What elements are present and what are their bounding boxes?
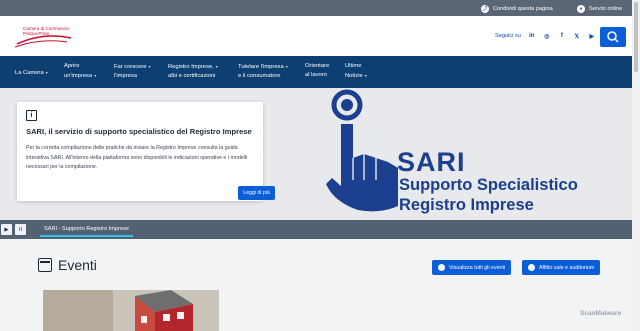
card-title: SARI, il servizio di supporto specialist… bbox=[26, 127, 252, 136]
info-icon: i bbox=[26, 110, 37, 121]
logo-line2: Pistoia-Prato bbox=[23, 31, 50, 36]
sari-line2: Registro Imprese bbox=[399, 196, 534, 214]
sari-banner: SARI Supporto Specialistico Registro Imp… bbox=[320, 88, 632, 220]
share-page-link[interactable]: ⤴ Condividi questa pagina bbox=[481, 3, 553, 14]
social-links: Seguici su in ◎ f 𝕏 ▶ bbox=[495, 32, 596, 40]
linkedin-icon[interactable]: in bbox=[528, 32, 536, 40]
services-label: Servizi online bbox=[589, 5, 623, 12]
site-header: Camera di Commercio Pistoia-Prato Seguic… bbox=[0, 16, 632, 56]
services-icon: ● bbox=[577, 4, 585, 13]
online-services-link[interactable]: ● Servizi online bbox=[577, 3, 622, 14]
chevron-down-icon: ▾ bbox=[285, 64, 288, 69]
pause-button[interactable]: II bbox=[15, 224, 26, 235]
facebook-icon[interactable]: f bbox=[558, 32, 566, 40]
carousel-tab-sari[interactable]: SARI - Supporto Registro Imprese bbox=[40, 222, 133, 237]
nav-item-registro-imprese[interactable]: Registro Imprese, ▾ albi e certificazioni bbox=[168, 62, 218, 81]
nav-item-tutelare-impresa[interactable]: Tutelare l'impresa ▾ e il consumatore bbox=[238, 62, 288, 81]
events-heading: Eventi bbox=[38, 257, 97, 273]
follow-label: Seguici su bbox=[495, 33, 521, 39]
calendar-icon bbox=[38, 258, 52, 272]
rent-rooms-button[interactable]: Affitto sale e auditorium bbox=[522, 260, 601, 275]
room-icon bbox=[528, 264, 535, 271]
search-button[interactable] bbox=[600, 27, 626, 47]
chevron-down-icon: ▾ bbox=[45, 70, 48, 75]
chamber-logo[interactable]: Camera di Commercio Pistoia-Prato bbox=[13, 24, 75, 50]
nav-item-ultime-notizie[interactable]: Ultime Notizie ▾ bbox=[345, 62, 367, 81]
scrollbar-thumb[interactable] bbox=[634, 2, 638, 72]
main-navigation: La Camera ▾ Aprire un'impresa ▾ Far cresce… bbox=[0, 56, 632, 88]
share-icon: ⤴ bbox=[481, 4, 489, 13]
play-button[interactable]: ▶ bbox=[1, 224, 12, 235]
sari-wordmark: SARI bbox=[397, 147, 466, 177]
nav-item-orientare-lavoro[interactable]: Orientare al lavoro bbox=[305, 62, 329, 80]
hero-card: i SARI, il servizio di supporto speciali… bbox=[17, 102, 275, 201]
share-label: Condividi questa pagina bbox=[493, 5, 553, 12]
youtube-icon[interactable]: ▶ bbox=[588, 32, 596, 40]
sari-line1: Supporto Specialistico bbox=[399, 176, 578, 194]
calendar-small-icon bbox=[438, 264, 445, 271]
chevron-down-icon: ▾ bbox=[148, 64, 151, 69]
hero-slide: i SARI, il servizio di supporto speciali… bbox=[0, 88, 632, 220]
events-title: Eventi bbox=[58, 257, 97, 273]
event-image[interactable] bbox=[43, 290, 219, 331]
chevron-down-icon: ▾ bbox=[215, 64, 218, 69]
watermark: ScanMalware bbox=[580, 310, 622, 317]
view-all-events-button[interactable]: Visualizza tutti gli eventi bbox=[432, 260, 512, 275]
nav-item-la-camera[interactable]: La Camera ▾ bbox=[15, 68, 48, 78]
top-utility-bar: ⤴ Condividi questa pagina ● Servizi onli… bbox=[0, 0, 632, 16]
read-more-button[interactable]: Leggi di più bbox=[238, 186, 275, 200]
chevron-down-icon: ▾ bbox=[94, 73, 97, 78]
x-twitter-icon[interactable]: 𝕏 bbox=[573, 32, 581, 40]
chevron-down-icon: ▾ bbox=[364, 73, 367, 78]
nav-item-far-crescere[interactable]: Far crescere ▾ l'impresa bbox=[114, 62, 151, 81]
house-model-icon bbox=[43, 290, 219, 331]
carousel-controls: ▶ II SARI - Supporto Registro Imprese bbox=[0, 220, 632, 239]
nav-item-aprire-impresa[interactable]: Aprire un'impresa ▾ bbox=[64, 62, 96, 81]
search-icon bbox=[607, 31, 619, 43]
card-body: Per la corretta compilazione delle prati… bbox=[26, 145, 248, 170]
instagram-icon[interactable]: ◎ bbox=[543, 32, 551, 40]
